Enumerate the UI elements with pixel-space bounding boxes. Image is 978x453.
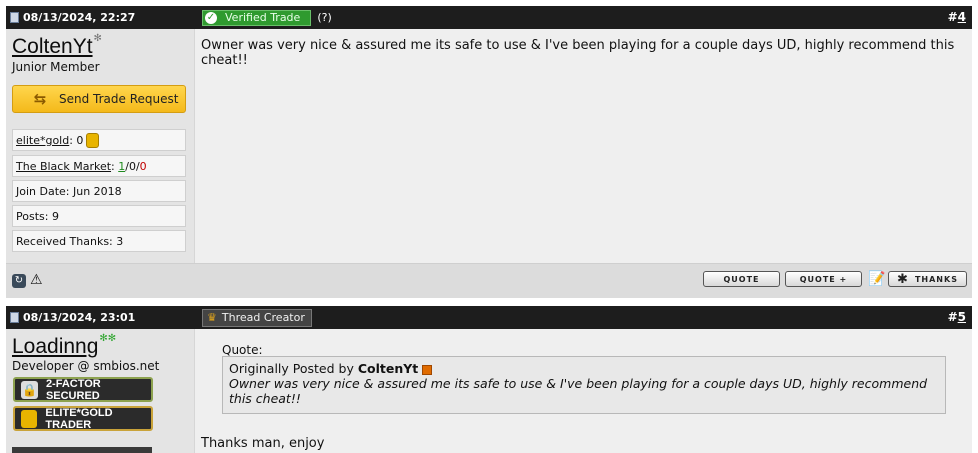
positive-ratings[interactable]: 1	[118, 160, 125, 173]
trade-arrows-icon: ⇆	[33, 90, 47, 108]
quote-button[interactable]: QUOTE	[703, 271, 780, 287]
user-banner	[12, 447, 152, 453]
user-sidebar: Loadinng ✻✻ Developer @ smbios.net 🔒 2-F…	[6, 329, 194, 453]
quote-text: Owner was very nice & assured me its saf…	[229, 376, 928, 406]
thread-creator-badge: ♛ Thread Creator	[202, 308, 312, 327]
quote-label: Quote:	[222, 343, 263, 357]
elite-gold-link[interactable]: elite*gold	[16, 134, 69, 147]
post-header: 08/13/2024, 22:27 ✓ Verified Trade (?) #4	[6, 6, 972, 29]
join-date: Join Date: Jun 2018	[12, 180, 186, 202]
post-content: Quote: Originally Posted by ColtenYt Own…	[194, 329, 972, 453]
black-market-link[interactable]: The Black Market	[16, 160, 111, 173]
post-icon	[10, 312, 19, 323]
post-number[interactable]: #5	[948, 310, 966, 324]
elite-gold-trader-badge: ELITE*GOLD TRADER	[13, 406, 153, 431]
black-market-row: The Black Market: 1/0/0	[12, 155, 186, 177]
verified-trade-badge[interactable]: ✓ Verified Trade	[202, 9, 312, 26]
received-thanks: Received Thanks: 3	[12, 230, 186, 252]
lock-icon: 🔒	[21, 380, 38, 399]
post-4: 08/13/2024, 22:27 ✓ Verified Trade (?) #4…	[6, 6, 972, 298]
post-header: 08/13/2024, 23:01 ♛ Thread Creator #5	[6, 306, 972, 329]
username[interactable]: Loadinng	[12, 335, 98, 359]
user-sidebar: ColtenYt ✻ Junior Member ⇆ Send Trade Re…	[6, 29, 194, 263]
thanks-button[interactable]: ✱ THANKS	[888, 271, 967, 287]
post-date: 08/13/2024, 23:01	[23, 311, 136, 324]
post-content: Owner was very nice & assured me its saf…	[194, 29, 972, 263]
post-icon	[10, 12, 19, 23]
help-link[interactable]: (?)	[317, 11, 331, 24]
post-footer: ↻ ⚠ QUOTE QUOTE + 📝 ✱ THANKS	[6, 263, 972, 298]
two-factor-badge: 🔒 2-FACTOR SECURED	[13, 377, 153, 402]
check-icon: ✓	[205, 11, 217, 24]
rank-stars-icon: ✻✻	[99, 333, 117, 344]
user-title: Developer @ smbios.net	[12, 359, 160, 373]
post-count: Posts: 9	[12, 205, 186, 227]
crown-icon: ♛	[207, 311, 217, 324]
post-message: Thanks man, enjoy	[201, 436, 325, 451]
post-5: 08/13/2024, 23:01 ♛ Thread Creator #5 Loa…	[6, 306, 972, 453]
username[interactable]: ColtenYt	[12, 35, 93, 59]
quote-box: Originally Posted by ColtenYt Owner was …	[222, 356, 946, 414]
negative-ratings: 0	[139, 159, 147, 173]
post-date: 08/13/2024, 22:27	[23, 11, 136, 24]
elite-gold-row: elite*gold: 0	[12, 129, 186, 151]
gold-coins-icon	[86, 132, 100, 148]
quote-author: ColtenYt	[357, 361, 419, 376]
post-number[interactable]: #4	[948, 10, 966, 24]
send-trade-request-button[interactable]: ⇆ Send Trade Request	[12, 85, 186, 113]
rank-stars-icon: ✻	[93, 33, 102, 44]
reputation-icon[interactable]: ↻	[12, 274, 26, 288]
quick-reply-icon[interactable]: 📝	[868, 271, 885, 287]
user-title: Junior Member	[12, 60, 100, 74]
view-post-icon[interactable]	[422, 364, 433, 375]
asterisk-icon: ✱	[897, 271, 909, 287]
report-post-icon[interactable]: ⚠	[30, 272, 43, 288]
post-message: Owner was very nice & assured me its saf…	[201, 38, 955, 68]
multiquote-button[interactable]: QUOTE +	[785, 271, 862, 287]
gold-coins-icon	[21, 409, 38, 428]
